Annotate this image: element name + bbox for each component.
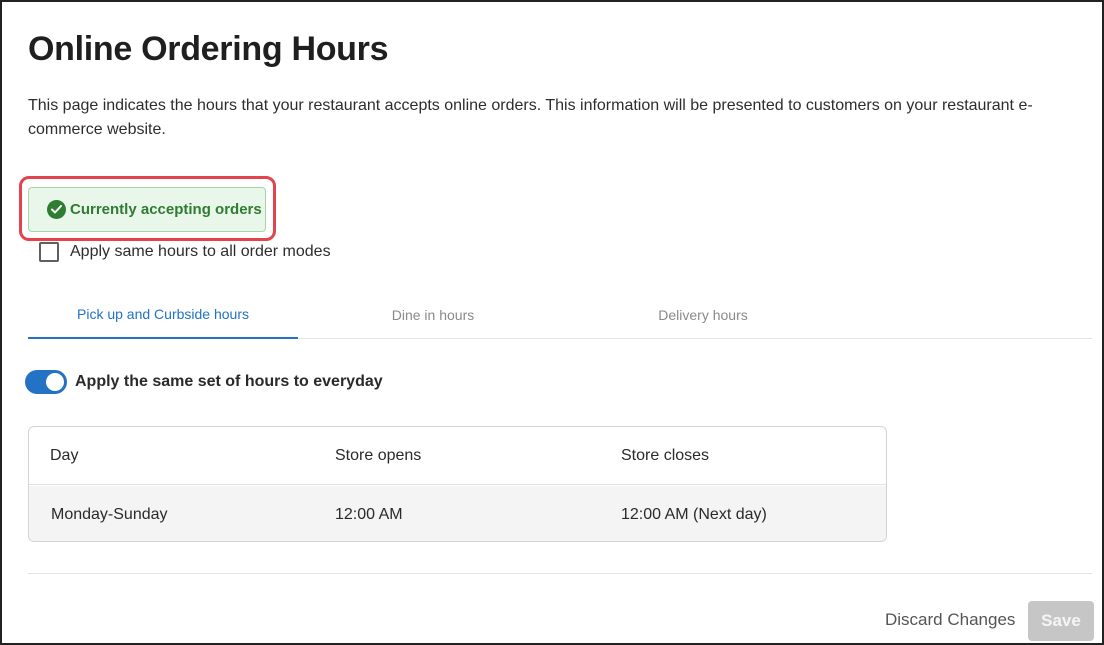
- tab-dine-in[interactable]: Dine in hours: [298, 290, 568, 339]
- tab-pickup-curbside[interactable]: Pick up and Curbside hours: [28, 290, 298, 339]
- discard-changes-button[interactable]: Discard Changes: [885, 610, 1015, 630]
- store-opens-cell: 12:00 AM: [335, 505, 403, 523]
- footer-divider: [28, 573, 1092, 574]
- column-header-store-closes: Store closes: [621, 446, 710, 464]
- page-description: This page indicates the hours that your …: [28, 97, 1033, 138]
- everyday-hours-label: Apply the same set of hours to everyday: [75, 373, 383, 390]
- same-hours-all-modes-option[interactable]: Apply same hours to all order modes: [39, 242, 331, 262]
- tab-delivery[interactable]: Delivery hours: [568, 290, 838, 339]
- check-circle-icon: [47, 200, 66, 219]
- page-title: Online Ordering Hours: [28, 30, 389, 68]
- toggle-knob: [46, 373, 64, 391]
- status-label: Currently accepting orders: [70, 201, 262, 218]
- save-button[interactable]: Save: [1028, 601, 1094, 641]
- day-cell: Monday-Sunday: [51, 505, 168, 523]
- order-mode-tabs: Pick up and Curbside hours Dine in hours…: [28, 290, 1092, 339]
- table-row[interactable]: Monday-Sunday 12:00 AM 12:00 AM (Next da…: [29, 486, 886, 541]
- column-header-day: Day: [50, 446, 79, 464]
- store-closes-cell: 12:00 AM (Next day): [621, 505, 767, 523]
- everyday-hours-toggle-row: Apply the same set of hours to everyday: [25, 370, 383, 394]
- hours-table: Day Store opens Store closes Monday-Sund…: [28, 426, 887, 542]
- column-header-store-opens: Store opens: [335, 446, 422, 464]
- everyday-hours-toggle[interactable]: [25, 370, 67, 394]
- same-hours-all-modes-checkbox[interactable]: [39, 242, 59, 262]
- same-hours-all-modes-label: Apply same hours to all order modes: [70, 243, 331, 260]
- status-badge: Currently accepting orders: [28, 187, 266, 232]
- table-header-row: Day Store opens Store closes: [29, 427, 886, 485]
- page-frame: Online Ordering Hours This page indicate…: [0, 0, 1104, 645]
